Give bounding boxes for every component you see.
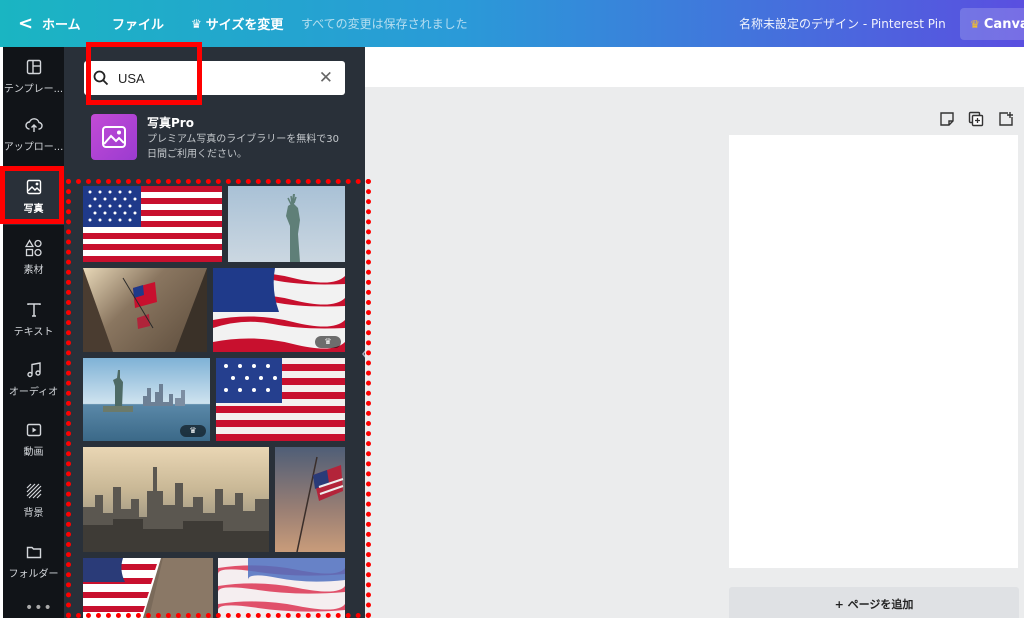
shapes-icon (24, 238, 43, 257)
save-status: すべての変更は保存されました (301, 17, 468, 31)
editor-toolbar (365, 47, 1024, 87)
add-page-icon[interactable] (998, 111, 1016, 129)
text-icon (25, 301, 43, 319)
canva-pro-label: Canva (983, 16, 1024, 32)
crown-icon: ♛ (191, 16, 202, 31)
workspace: + ページを追加 (365, 47, 1024, 618)
photos-tab-highlight-box (0, 166, 64, 224)
design-page[interactable] (729, 135, 1018, 568)
rail-item-elements[interactable]: 素材 (3, 228, 64, 286)
design-title[interactable]: 名称未設定のデザイン - Pinterest Pin (739, 0, 946, 47)
results-highlight-box (66, 179, 371, 618)
folder-icon (25, 543, 43, 561)
clear-icon[interactable]: ✕ (319, 68, 333, 88)
rail-label: 素材 (23, 264, 44, 276)
more-icon[interactable]: ••• (25, 600, 53, 616)
music-note-icon (25, 361, 43, 379)
upload-cloud-icon (24, 116, 43, 134)
promo-title: 写真Pro (147, 116, 194, 130)
rail-item-audio[interactable]: オーディオ (3, 350, 64, 408)
rail-item-templates[interactable]: テンプレー... (3, 47, 64, 105)
rail-label: フォルダー (8, 568, 59, 580)
resize-button[interactable]: ♛ サイズを変更 (191, 0, 283, 47)
rail-label: オーディオ (8, 386, 59, 398)
note-icon[interactable] (939, 111, 957, 129)
canva-pro-button[interactable]: ♛ Canva (960, 8, 1024, 40)
photos-pro-promo[interactable]: 写真Pro プレミアム写真のライブラリーを無料で30日間ご利用ください。 (91, 114, 351, 164)
video-icon (25, 421, 43, 439)
search-highlight-box (86, 42, 202, 105)
rail-item-video[interactable]: 動画 (3, 410, 64, 468)
rail-label: テンプレー... (3, 83, 64, 95)
add-page-button[interactable]: + ページを追加 (729, 587, 1019, 618)
rail-item-folders[interactable]: フォルダー (3, 532, 64, 590)
rail-label: 動画 (23, 446, 44, 458)
resize-label: サイズを変更 (205, 18, 284, 33)
rail-item-background[interactable]: 背景 (3, 471, 64, 529)
background-pattern-icon (25, 482, 43, 500)
top-bar: < ホーム ファイル ♛ サイズを変更 すべての変更は保存されました 名称未設定… (0, 0, 1024, 47)
left-rail: テンプレー... アップロー... 写真 素材 テキスト オーディオ 動画 背景… (3, 47, 64, 618)
duplicate-page-icon[interactable] (968, 111, 986, 129)
rail-label: 背景 (23, 507, 44, 519)
rail-label: テキスト (13, 326, 54, 338)
crown-icon: ♛ (970, 17, 980, 31)
back-chevron-icon[interactable]: < (18, 0, 33, 47)
template-icon (25, 58, 43, 76)
promo-description: プレミアム写真のライブラリーを無料で30日間ご利用ください。 (147, 134, 340, 160)
rail-item-uploads[interactable]: アップロー... (3, 105, 64, 163)
photo-pro-icon (91, 114, 137, 160)
file-menu[interactable]: ファイル (112, 0, 164, 47)
rail-label: アップロー... (3, 141, 64, 153)
rail-item-text[interactable]: テキスト (3, 290, 64, 348)
home-link[interactable]: ホーム (42, 0, 81, 47)
